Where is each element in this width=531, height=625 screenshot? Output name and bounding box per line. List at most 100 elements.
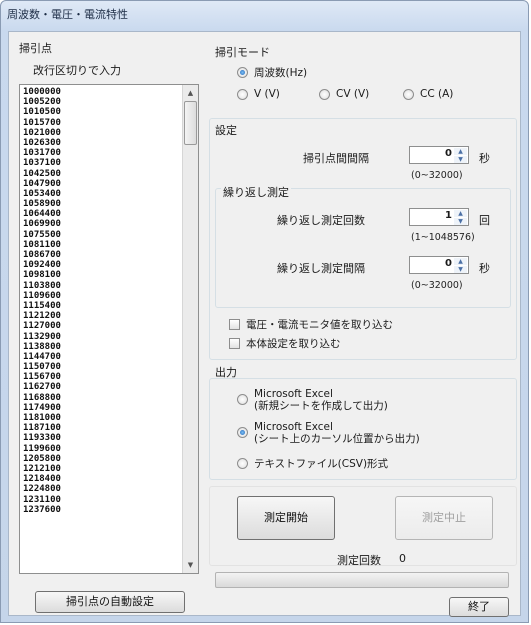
sweep-point-line: 1026300 xyxy=(23,137,61,148)
window-title: 周波数・電圧・電流特性 xyxy=(7,8,128,21)
scroll-thumb[interactable] xyxy=(184,101,197,145)
sweep-point-line: 1021000 xyxy=(23,127,61,138)
sweep-point-line: 1187100 xyxy=(23,423,61,434)
sweep-point-line: 1205800 xyxy=(23,453,61,464)
scroll-down-icon[interactable]: ▼ xyxy=(183,557,198,573)
sweep-mode-title: 掃引モード xyxy=(215,46,270,59)
repeat-count-spinner[interactable]: 1 ▲ ▼ xyxy=(409,208,469,226)
mode-cv-radio[interactable]: CV (V) xyxy=(319,88,369,100)
sweep-point-line: 1069900 xyxy=(23,219,61,230)
stop-measure-button[interactable]: 測定中止 xyxy=(395,496,493,540)
sweep-point-line: 1127000 xyxy=(23,321,61,332)
sweep-points-list: 1000000 1005200 1010500 1015700 1021000 10263… xyxy=(23,87,181,515)
repeat-count-range: (1~1048576) xyxy=(411,232,475,243)
sweep-point-line: 1181000 xyxy=(23,413,61,423)
sweep-point-line: 1010500 xyxy=(23,107,61,118)
sweep-point-line: 1075500 xyxy=(23,229,61,240)
measure-progress-bar xyxy=(215,572,509,588)
sweep-point-line: 1098100 xyxy=(23,270,61,281)
sweep-point-line: 1138800 xyxy=(23,341,61,352)
sweep-points-scrollbar[interactable]: ▲ ▼ xyxy=(182,85,198,573)
radio-on-icon xyxy=(237,67,248,78)
sweep-point-line: 1103800 xyxy=(23,280,61,291)
spin-down-icon[interactable]: ▼ xyxy=(454,156,467,163)
mode-frequency-radio[interactable]: 周波数(Hz) xyxy=(237,65,307,80)
sweep-point-line: 1064400 xyxy=(23,209,61,220)
sweep-point-line: 1199600 xyxy=(23,443,61,454)
checkbox-icon xyxy=(229,319,240,330)
repeat-interval-range: (0~32000) xyxy=(411,280,463,291)
sweep-point-line: 1237600 xyxy=(23,504,61,515)
repeat-count-unit: 回 xyxy=(479,214,490,227)
radio-on-icon xyxy=(237,427,248,438)
output-excel-new-radio[interactable]: Microsoft Excel (新規シートを作成して出力) xyxy=(237,388,388,412)
radio-off-icon xyxy=(237,458,248,469)
sweep-point-line: 1086700 xyxy=(23,250,61,260)
spin-down-icon[interactable]: ▼ xyxy=(454,218,467,225)
sweep-points-hint: 改行区切りで入力 xyxy=(33,64,121,77)
sweep-point-line: 1115400 xyxy=(23,300,61,311)
scroll-up-icon[interactable]: ▲ xyxy=(183,85,198,101)
auto-sweep-button[interactable]: 掃引点の自動設定 xyxy=(35,591,185,613)
sweep-point-line: 1193300 xyxy=(23,433,61,444)
sweep-point-line: 1058900 xyxy=(23,199,61,210)
sweep-point-line: 1218400 xyxy=(23,474,61,485)
spin-down-icon[interactable]: ▼ xyxy=(454,266,467,273)
radio-off-icon xyxy=(403,88,414,100)
spin-up-icon[interactable]: ▲ xyxy=(454,258,467,265)
sweep-point-line: 1037100 xyxy=(23,158,61,169)
radio-off-icon xyxy=(237,394,248,405)
sweep-point-line: 1168800 xyxy=(23,392,61,403)
interval-spinner[interactable]: 0 ▲ ▼ xyxy=(409,146,469,164)
sweep-point-line: 1053400 xyxy=(23,188,61,199)
interval-label: 掃引点間間隔 xyxy=(303,152,369,165)
spin-up-icon[interactable]: ▲ xyxy=(454,148,467,155)
sweep-point-line: 1042500 xyxy=(23,168,61,179)
sweep-point-line: 1212100 xyxy=(23,463,61,474)
sweep-point-line: 1109600 xyxy=(23,290,61,301)
interval-unit: 秒 xyxy=(479,152,490,165)
sweep-point-line: 1174900 xyxy=(23,402,61,413)
measure-count-label: 測定回数 xyxy=(337,554,381,567)
sweep-point-line: 1000000 xyxy=(23,87,61,97)
interval-range: (0~32000) xyxy=(411,170,463,181)
sweep-point-line: 1231100 xyxy=(23,494,61,505)
sweep-point-line: 1047900 xyxy=(23,178,61,189)
monitor-checkbox[interactable]: 電圧・電流モニタ値を取り込む xyxy=(229,317,393,332)
device-settings-checkbox[interactable]: 本体設定を取り込む xyxy=(229,336,341,351)
measure-count-value: 0 xyxy=(399,552,406,565)
sweep-point-line: 1156700 xyxy=(23,372,61,383)
sweep-point-line: 1224800 xyxy=(23,484,61,495)
sweep-point-line: 1031700 xyxy=(23,148,61,159)
radio-off-icon xyxy=(237,88,248,100)
output-csv-radio[interactable]: テキストファイル(CSV)形式 xyxy=(237,456,388,471)
sweep-point-line: 1005200 xyxy=(23,97,61,108)
sweep-point-line: 1081100 xyxy=(23,239,61,250)
repeat-title: 繰り返し測定 xyxy=(221,184,291,200)
repeat-interval-label: 繰り返し測定間隔 xyxy=(277,262,365,275)
checkbox-icon xyxy=(229,338,240,349)
repeat-count-label: 繰り返し測定回数 xyxy=(277,214,365,227)
sweep-point-line: 1121200 xyxy=(23,311,61,322)
mode-cc-radio[interactable]: CC (A) xyxy=(403,88,453,100)
client-area: 掃引点 改行区切りで入力 1000000 1005200 1010500 101570… xyxy=(8,31,521,617)
sweep-points-pane: 掃引点 改行区切りで入力 1000000 1005200 1010500 101570… xyxy=(17,38,203,615)
exit-button[interactable]: 終了 xyxy=(449,597,509,617)
repeat-interval-spinner[interactable]: 0 ▲ ▼ xyxy=(409,256,469,274)
start-measure-button[interactable]: 測定開始 xyxy=(237,496,335,540)
settings-title: 設定 xyxy=(215,124,237,137)
sweep-point-line: 1144700 xyxy=(23,351,61,362)
sweep-point-line: 1150700 xyxy=(23,362,61,373)
radio-off-icon xyxy=(319,88,330,100)
sweep-point-line: 1015700 xyxy=(23,117,61,128)
spin-up-icon[interactable]: ▲ xyxy=(454,210,467,217)
output-excel-cursor-radio[interactable]: Microsoft Excel (シート上のカーソル位置から出力) xyxy=(237,421,420,445)
repeat-interval-unit: 秒 xyxy=(479,262,490,275)
sweep-point-line: 1132900 xyxy=(23,331,61,342)
mode-v-radio[interactable]: V (V) xyxy=(237,88,280,100)
sweep-points-textbox[interactable]: 1000000 1005200 1010500 1015700 1021000 10263… xyxy=(19,84,199,574)
sweep-point-line: 1092400 xyxy=(23,260,61,271)
repeat-group xyxy=(215,188,511,308)
sweep-point-line: 1162700 xyxy=(23,382,61,393)
sweep-points-title: 掃引点 xyxy=(19,42,52,55)
